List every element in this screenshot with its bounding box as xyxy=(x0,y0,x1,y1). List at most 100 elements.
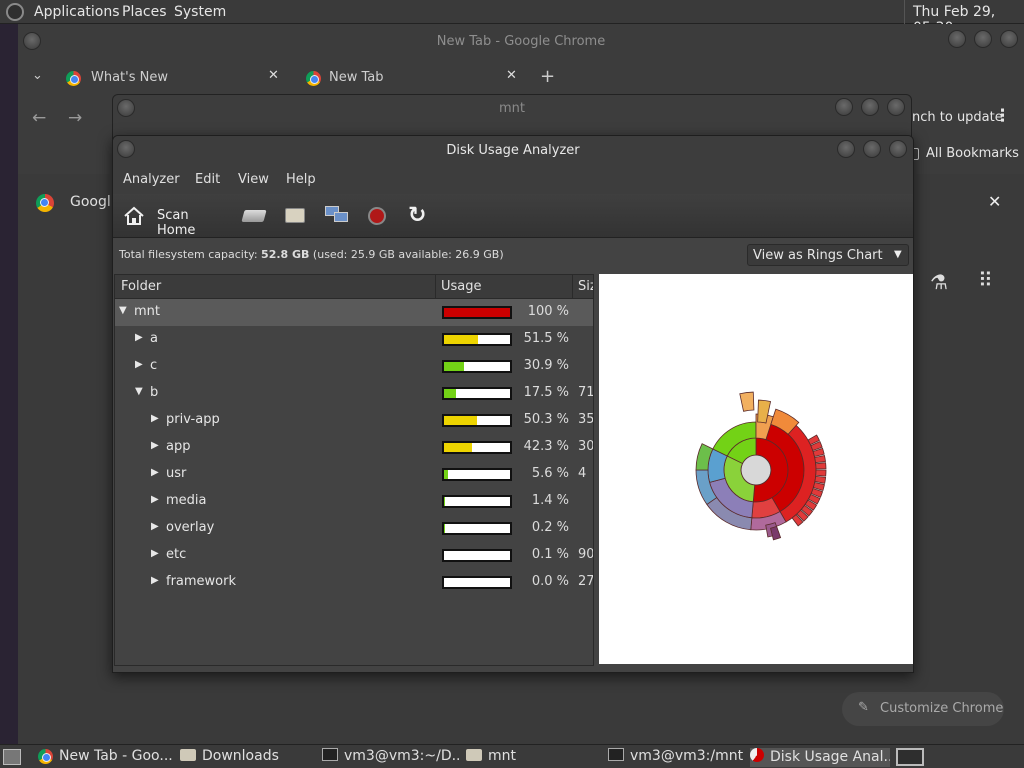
taskbar-item[interactable]: mnt xyxy=(466,748,604,767)
minimize-button[interactable] xyxy=(835,98,853,116)
forward-arrow-icon[interactable]: → xyxy=(68,108,82,128)
tree-row[interactable]: ▶ media 1.4 % xyxy=(115,488,593,515)
customize-chrome-button[interactable]: ✎ Customize Chrome xyxy=(842,692,1004,726)
ring-segment[interactable] xyxy=(814,454,826,464)
menu-view[interactable]: View xyxy=(238,172,269,187)
window-title: Disk Usage Analyzer xyxy=(446,143,580,158)
scan-home-button[interactable]: Scan Home xyxy=(119,202,231,238)
folder-tree: Folder Usage Siz ▼ mnt 100 % ▶ a 51.5 % ▶ c 30.9… xyxy=(114,274,594,666)
rings-chart[interactable] xyxy=(599,274,913,664)
ring-segment[interactable] xyxy=(815,469,827,477)
collapse-arrow-icon[interactable]: ▼ xyxy=(119,305,127,316)
expand-arrow-icon[interactable]: ▶ xyxy=(151,548,159,559)
close-button[interactable] xyxy=(1000,30,1018,48)
taskbar-item[interactable]: Disk Usage Anal... xyxy=(750,748,890,767)
kebab-menu-icon[interactable]: ⋮ xyxy=(994,106,1011,126)
chrome-icon xyxy=(66,71,81,86)
usage-percent: 0.1 % xyxy=(531,547,569,562)
workspace-switcher[interactable] xyxy=(896,748,924,766)
stop-icon[interactable] xyxy=(368,207,386,225)
apps-grid-icon[interactable]: ⠿ xyxy=(978,268,993,292)
minimize-button[interactable] xyxy=(837,140,855,158)
expand-arrow-icon[interactable]: ▶ xyxy=(151,440,159,451)
expand-arrow-icon[interactable]: ▶ xyxy=(151,575,159,586)
relaunch-update-button[interactable]: nch to update xyxy=(912,110,1003,125)
minimize-button[interactable] xyxy=(948,30,966,48)
tree-row[interactable]: ▶ etc 0.1 % 90 xyxy=(115,542,593,569)
labs-flask-icon[interactable]: ⚗ xyxy=(930,270,948,294)
usage-bar-fill xyxy=(444,470,448,479)
google-icon xyxy=(36,194,54,212)
maximize-button[interactable] xyxy=(861,98,879,116)
ring-segment[interactable] xyxy=(739,391,755,412)
tab-new-tab[interactable]: New Tab ✕ xyxy=(298,62,534,96)
rings-chart-svg[interactable] xyxy=(599,274,913,664)
tab-search-chevron-icon[interactable]: ⌄ xyxy=(32,68,43,83)
tree-row[interactable]: ▼ mnt 100 % xyxy=(115,299,593,326)
usage-bar xyxy=(442,306,512,319)
folder-name: mnt xyxy=(134,304,160,319)
scan-filesystem-drive-icon[interactable] xyxy=(241,210,267,222)
close-button[interactable] xyxy=(887,98,905,116)
view-mode-select[interactable]: View as Rings Chart ▼ xyxy=(747,244,909,266)
show-desktop-icon[interactable] xyxy=(3,749,21,765)
taskbar-item[interactable]: Downloads xyxy=(180,748,318,767)
collapse-arrow-icon[interactable]: ▼ xyxy=(135,386,143,397)
taskbar-item[interactable]: vm3@vm3:/mnt xyxy=(608,748,746,767)
column-usage[interactable]: Usage xyxy=(441,279,482,294)
scan-remote-network-icon[interactable] xyxy=(325,206,349,224)
tab-close-icon[interactable]: ✕ xyxy=(268,68,279,83)
expand-arrow-icon[interactable]: ▶ xyxy=(151,521,159,532)
ring-segment[interactable] xyxy=(815,462,827,470)
close-button[interactable] xyxy=(889,140,907,158)
expand-arrow-icon[interactable]: ▶ xyxy=(151,413,159,424)
column-divider xyxy=(572,275,573,299)
menu-places[interactable]: Places xyxy=(122,4,167,20)
back-arrow-icon[interactable]: ← xyxy=(32,108,46,128)
tab-close-icon[interactable]: ✕ xyxy=(506,68,517,83)
tree-row[interactable]: ▶ framework 0.0 % 27 xyxy=(115,569,593,596)
tree-row[interactable]: ▶ priv-app 50.3 % 35 xyxy=(115,407,593,434)
menu-analyzer[interactable]: Analyzer xyxy=(123,172,180,187)
column-folder[interactable]: Folder xyxy=(121,279,161,294)
tree-row[interactable]: ▶ a 51.5 % xyxy=(115,326,593,353)
new-tab-plus-icon[interactable]: + xyxy=(540,66,555,87)
ring-segment[interactable] xyxy=(814,475,827,484)
expand-arrow-icon[interactable]: ▶ xyxy=(135,332,143,343)
maximize-button[interactable] xyxy=(974,30,992,48)
system-logo-icon[interactable] xyxy=(6,3,24,21)
tree-row[interactable]: ▶ c 30.9 % xyxy=(115,353,593,380)
tree-row[interactable]: ▶ usr 5.6 % 4 xyxy=(115,461,593,488)
usage-percent: 100 % xyxy=(527,304,569,319)
menu-help[interactable]: Help xyxy=(286,172,316,187)
scan-folder-icon[interactable] xyxy=(285,208,305,223)
refresh-icon[interactable]: ↻ xyxy=(408,205,430,227)
maximize-button[interactable] xyxy=(863,140,881,158)
expand-arrow-icon[interactable]: ▶ xyxy=(135,359,143,370)
disk-usage-icon xyxy=(750,748,764,762)
chrome-icon xyxy=(306,71,321,86)
usage-bar xyxy=(442,333,512,346)
capacity-info: Total filesystem capacity: 52.8 GB (used… xyxy=(119,248,504,261)
taskbar-item[interactable]: New Tab - Goo... xyxy=(36,748,174,767)
tree-row[interactable]: ▼ b 17.5 % 71 xyxy=(115,380,593,407)
menu-edit[interactable]: Edit xyxy=(195,172,220,187)
usage-bar xyxy=(442,387,512,400)
capacity-total: 52.8 GB xyxy=(261,248,310,261)
folder-size: 4 xyxy=(578,466,587,481)
taskbar-item[interactable]: vm3@vm3:~/D... xyxy=(322,748,460,767)
usage-percent: 0.0 % xyxy=(531,574,569,589)
menu-system[interactable]: System xyxy=(174,4,226,20)
expand-arrow-icon[interactable]: ▶ xyxy=(151,494,159,505)
all-bookmarks-button[interactable]: All Bookmarks xyxy=(926,146,1019,161)
tab-whats-new[interactable]: What's New ✕ xyxy=(58,62,294,96)
menu-applications[interactable]: Applications xyxy=(34,4,120,20)
desktop-background xyxy=(0,24,18,744)
column-size[interactable]: Siz xyxy=(578,279,593,294)
expand-arrow-icon[interactable]: ▶ xyxy=(151,467,159,478)
usage-percent: 0.2 % xyxy=(531,520,569,535)
tree-row[interactable]: ▶ app 42.3 % 30 xyxy=(115,434,593,461)
ring-segment[interactable] xyxy=(770,525,782,541)
tree-row[interactable]: ▶ overlay 0.2 % xyxy=(115,515,593,542)
dismiss-close-icon[interactable]: ✕ xyxy=(988,192,1001,211)
